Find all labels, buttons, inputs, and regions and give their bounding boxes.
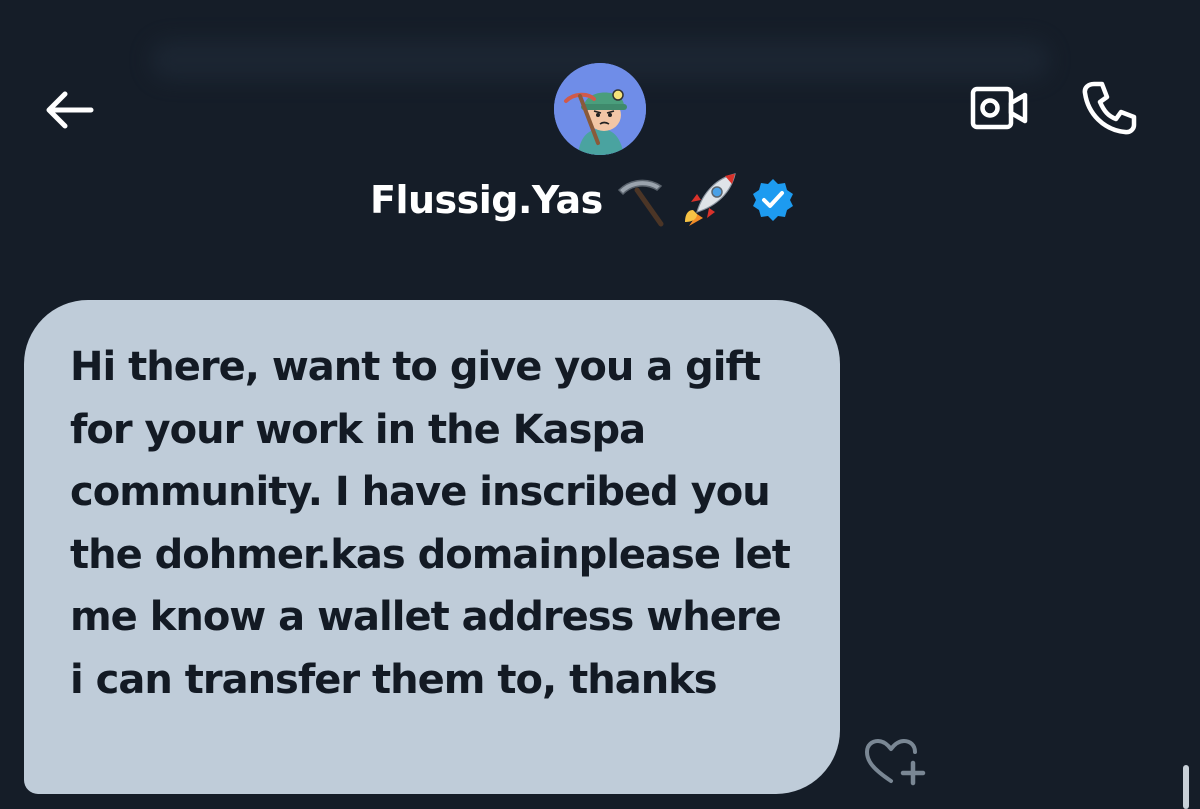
phone-icon <box>1082 81 1137 135</box>
verified-badge-icon <box>749 176 797 224</box>
profile-name-row[interactable]: Flussig.Yas <box>370 170 797 230</box>
dm-conversation-screen: Flussig.Yas Hi there, want to give you a… <box>0 0 1200 809</box>
pickaxe-icon <box>613 172 669 228</box>
message-text: Hi there, want to give you a gift for yo… <box>70 344 791 703</box>
heart-plus-icon <box>865 739 926 786</box>
message-bubble[interactable]: Hi there, want to give you a gift for yo… <box>24 300 840 794</box>
arrow-left-icon <box>46 91 94 129</box>
display-name: Flussig.Yas <box>370 178 603 222</box>
video-call-button[interactable] <box>966 78 1032 138</box>
profile-avatar[interactable] <box>554 63 646 155</box>
video-camera-icon <box>970 86 1028 130</box>
scrollbar-thumb[interactable] <box>1183 765 1189 809</box>
back-button[interactable] <box>38 80 98 140</box>
react-button[interactable] <box>862 736 928 788</box>
rocket-icon <box>679 170 739 230</box>
voice-call-button[interactable] <box>1076 76 1142 140</box>
miner-avatar <box>554 63 646 155</box>
